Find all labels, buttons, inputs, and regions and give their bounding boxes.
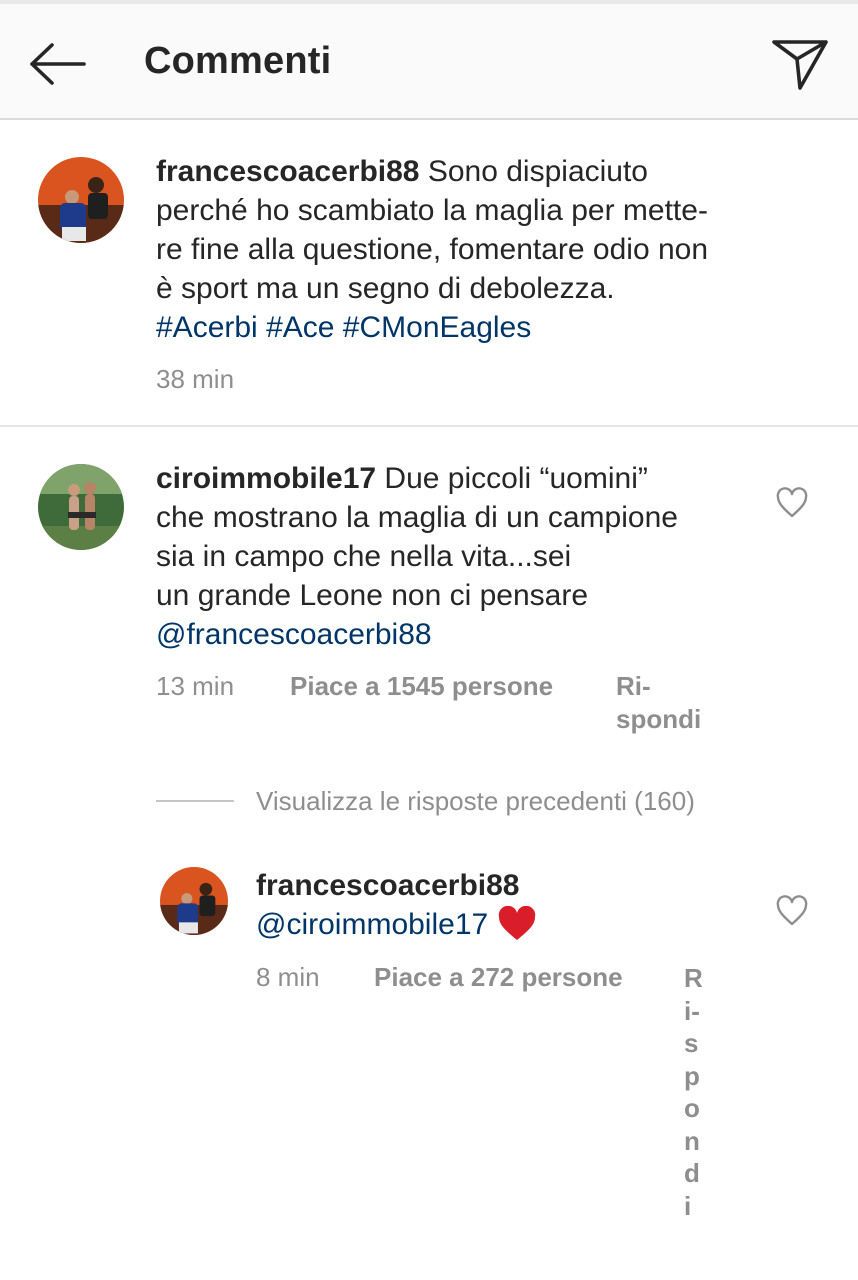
hashtag-link[interactable]: #CMonEagles bbox=[343, 311, 531, 344]
reply-letter: i bbox=[684, 1190, 692, 1221]
reply-button[interactable]: Ri-s p o n d i bbox=[684, 962, 706, 1222]
avatar-francescoacerbi88-image bbox=[160, 867, 228, 935]
divider bbox=[0, 425, 858, 427]
reply-letter: o bbox=[684, 1093, 700, 1123]
caption-line-2: perché ho scambiato la maglia per mette- bbox=[156, 194, 708, 227]
reply-letter: n bbox=[684, 1125, 700, 1156]
caption-line-3: re fine alla questione, fomentare odio n… bbox=[156, 233, 709, 266]
send-icon bbox=[772, 40, 828, 90]
reply-letter: d bbox=[684, 1158, 700, 1188]
mention-link[interactable]: @francescoacerbi88 bbox=[156, 618, 432, 651]
avatar[interactable] bbox=[38, 464, 124, 550]
reply-letter: i- bbox=[684, 995, 700, 1026]
reply-username[interactable]: francescoacerbi88 bbox=[256, 869, 520, 902]
comment-line-2: che mostrano la maglia di un campione bbox=[156, 501, 678, 534]
hashtag-link[interactable]: #Acerbi bbox=[156, 311, 258, 344]
mention-link[interactable]: @ciroimmobile17 bbox=[256, 908, 488, 941]
avatar[interactable] bbox=[38, 157, 124, 243]
like-button[interactable] bbox=[775, 895, 809, 927]
like-button[interactable] bbox=[775, 487, 809, 519]
avatar-ciroimmobile17-image bbox=[38, 464, 124, 550]
reply-letter: s bbox=[684, 1028, 699, 1058]
hashtag-link[interactable]: #Ace bbox=[266, 311, 334, 344]
caption-hashtags: #Acerbi #Ace #CMonEagles bbox=[156, 308, 796, 347]
caption-username[interactable]: francescoacerbi88 bbox=[156, 155, 420, 188]
red-heart-icon bbox=[498, 905, 535, 940]
reply-likes[interactable]: Piace a 272 persone bbox=[374, 961, 623, 994]
reply-button[interactable]: Ri- spondi bbox=[616, 670, 701, 736]
caption-text: francescoacerbi88 Sono dispiaciuto perch… bbox=[156, 152, 796, 347]
comment-text: ciroimmobile17 Due piccoli “uomini” che … bbox=[156, 459, 766, 654]
heart-outline-icon bbox=[776, 487, 808, 518]
heart-outline-icon bbox=[776, 895, 808, 926]
caption-line-4: è sport ma un segno di debolezza. bbox=[156, 272, 615, 305]
share-button[interactable] bbox=[764, 32, 836, 96]
comment-line-3: sia in campo che nella vita...sei bbox=[156, 540, 572, 573]
comment-line-1: ciroimmobile17 Due piccoli “uomini” bbox=[156, 462, 648, 495]
heart-emoji bbox=[497, 905, 537, 941]
comment-line-4: un grande Leone non ci pensare bbox=[156, 579, 589, 612]
page-title: Commenti bbox=[144, 40, 332, 82]
header-bar: Commenti bbox=[0, 4, 858, 120]
caption-timestamp: 38 min bbox=[156, 364, 235, 394]
caption-line-1: francescoacerbi88 Sono dispiaciuto bbox=[156, 155, 648, 188]
reply-letter: p bbox=[684, 1060, 700, 1091]
comment-username[interactable]: ciroimmobile17 bbox=[156, 462, 376, 495]
reply-letter: R bbox=[684, 963, 703, 993]
reply-mention-line: @ciroimmobile17 bbox=[256, 905, 756, 944]
back-button[interactable] bbox=[20, 32, 92, 96]
reply-username-line: francescoacerbi88 bbox=[256, 866, 756, 905]
replies-divider-line bbox=[156, 800, 234, 802]
view-previous-replies[interactable]: Visualizza le risposte precedenti (160) bbox=[256, 786, 695, 817]
reply-timestamp: 8 min bbox=[256, 962, 320, 992]
comment-timestamp: 13 min bbox=[156, 671, 235, 701]
reply-text: francescoacerbi88 @ciroimmobile17 bbox=[256, 866, 756, 944]
avatar-francescoacerbi88-image bbox=[38, 157, 124, 243]
back-arrow-icon bbox=[30, 43, 86, 85]
comment-likes[interactable]: Piace a 1545 persone bbox=[290, 670, 553, 703]
avatar[interactable] bbox=[160, 867, 228, 935]
comment-mention: @francescoacerbi88 bbox=[156, 615, 766, 654]
